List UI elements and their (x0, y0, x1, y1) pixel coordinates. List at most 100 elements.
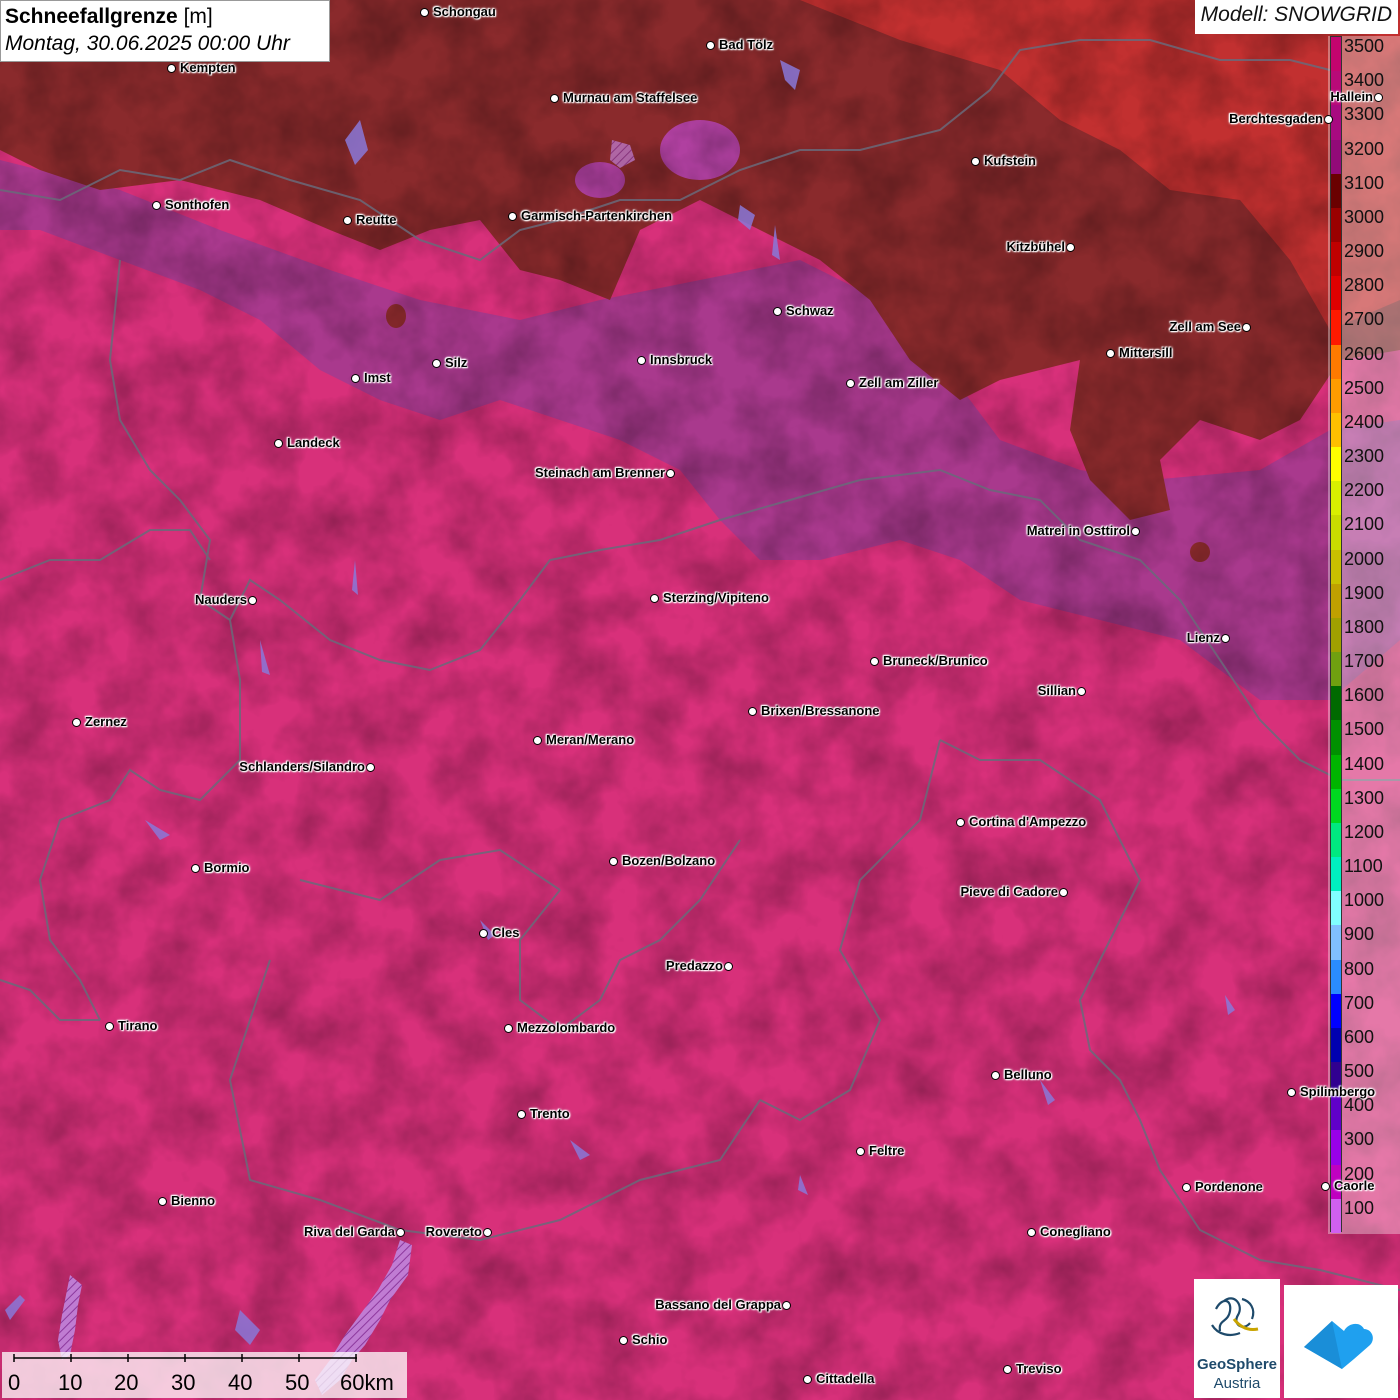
geosphere-logo-text: GeoSphere (1196, 1356, 1278, 1373)
scalebar-label-60km: 60km (340, 1370, 394, 1395)
city-marker-tirano[interactable] (105, 1022, 114, 1031)
city-marker-bienno[interactable] (158, 1197, 167, 1206)
legend-swatch-2400 (1331, 412, 1341, 448)
city-marker-matrei-in-osttirol[interactable] (1131, 527, 1140, 536)
legend-label-1400: 1400 (1344, 753, 1385, 774)
city-marker-sterzing-vipiteno[interactable] (650, 594, 659, 603)
legend-label-1100: 1100 (1344, 856, 1383, 877)
legend-label-3200: 3200 (1344, 138, 1385, 159)
city-marker-treviso[interactable] (1003, 1365, 1012, 1374)
legend-swatch-3100 (1331, 173, 1341, 209)
city-label-schio: Schio (632, 1332, 668, 1347)
city-marker-cortina-d-ampezzo[interactable] (956, 818, 965, 827)
city-marker-kempten[interactable] (167, 64, 176, 73)
legend-label-3300: 3300 (1344, 104, 1385, 125)
city-marker-schwaz[interactable] (773, 307, 782, 316)
legend-label-2400: 2400 (1344, 411, 1385, 432)
scalebar-label-40: 40 (228, 1370, 253, 1395)
legend-swatch-2900 (1331, 242, 1341, 277)
legend-swatch-800 (1331, 959, 1341, 995)
city-marker-bruneck-brunico[interactable] (870, 657, 879, 666)
legend-label-800: 800 (1344, 958, 1375, 979)
city-marker-schio[interactable] (619, 1336, 628, 1345)
city-marker-innsbruck[interactable] (637, 356, 646, 365)
city-marker-conegliano[interactable] (1027, 1228, 1036, 1237)
city-marker-lienz[interactable] (1221, 634, 1230, 643)
geosphere-logo[interactable]: GeoSphere Austria (1194, 1279, 1280, 1398)
city-marker-sonthofen[interactable] (152, 201, 161, 210)
city-marker-landeck[interactable] (274, 439, 283, 448)
city-marker-silz[interactable] (432, 359, 441, 368)
city-marker-mittersill[interactable] (1106, 349, 1115, 358)
city-label-zernez: Zernez (85, 714, 127, 729)
scalebar-label-50: 50 (285, 1370, 310, 1395)
city-marker-feltre[interactable] (856, 1147, 865, 1156)
legend-label-100: 100 (1344, 1197, 1375, 1218)
scalebar-label-20: 20 (114, 1370, 139, 1395)
city-marker-trento[interactable] (517, 1110, 526, 1119)
legend-color-bar (1330, 36, 1342, 1234)
city-marker-berchtesgaden[interactable] (1324, 115, 1333, 124)
city-marker-zell-am-ziller[interactable] (846, 379, 855, 388)
city-marker-garmisch-partenkirchen[interactable] (508, 212, 517, 221)
city-label-sonthofen: Sonthofen (165, 197, 230, 212)
city-marker-reutte[interactable] (343, 216, 352, 225)
city-marker-caorle[interactable] (1321, 1182, 1330, 1191)
legend-swatch-100 (1331, 1198, 1341, 1234)
city-marker-hallein[interactable] (1374, 93, 1383, 102)
legend-swatch-1200 (1331, 822, 1341, 858)
city-marker-riva-del-garda[interactable] (396, 1228, 405, 1237)
legend-swatch-2800 (1331, 276, 1341, 311)
city-label-mezzolombardo: Mezzolombardo (517, 1020, 616, 1035)
city-marker-bassano-del-grappa[interactable] (782, 1301, 791, 1310)
legend-swatch-300 (1331, 1130, 1341, 1166)
weather-app-logo[interactable] (1284, 1285, 1398, 1398)
legend-swatch-2100 (1331, 515, 1341, 551)
city-marker-mezzolombardo[interactable] (504, 1024, 513, 1033)
city-marker-zernez[interactable] (72, 718, 81, 727)
city-label-schwaz: Schwaz (786, 303, 834, 318)
city-marker-zell-am-see[interactable] (1242, 323, 1251, 332)
city-label-garmisch-partenkirchen: Garmisch-Partenkirchen (521, 208, 673, 223)
city-marker-kitzb-hel[interactable] (1066, 243, 1075, 252)
legend-swatch-700 (1331, 993, 1341, 1029)
city-marker-sillian[interactable] (1077, 687, 1086, 696)
city-marker-kufstein[interactable] (971, 157, 980, 166)
city-marker-bormio[interactable] (191, 864, 200, 873)
city-marker-cles[interactable] (479, 929, 488, 938)
city-label-bozen-bolzano: Bozen/Bolzano (622, 853, 716, 868)
city-label-reutte: Reutte (356, 212, 397, 227)
legend-label-3500: 3500 (1344, 36, 1385, 56)
city-marker-brixen-bressanone[interactable] (748, 707, 757, 716)
city-marker-steinach-am-brenner[interactable] (666, 469, 675, 478)
city-label-kempten: Kempten (180, 60, 236, 75)
city-marker-nauders[interactable] (248, 596, 257, 605)
city-marker-belluno[interactable] (991, 1071, 1000, 1080)
city-label-sillian: Sillian (1037, 683, 1076, 698)
city-marker-bad-t-lz[interactable] (706, 41, 715, 50)
legend-swatch-2300 (1331, 447, 1341, 482)
city-marker-schlanders-silandro[interactable] (366, 763, 375, 772)
legend-label-300: 300 (1344, 1129, 1375, 1150)
legend-swatch-1300 (1331, 788, 1341, 824)
city-label-berchtesgaden: Berchtesgaden (1229, 111, 1323, 126)
legend-swatch-2500 (1331, 378, 1341, 414)
city-label-nauders: Nauders (194, 592, 247, 607)
city-marker-bozen-bolzano[interactable] (609, 857, 618, 866)
city-marker-schongau[interactable] (420, 8, 429, 17)
city-marker-murnau-am-staffelsee[interactable] (550, 94, 559, 103)
city-label-meran-merano: Meran/Merano (546, 732, 635, 747)
legend-swatch-3200 (1331, 139, 1341, 175)
city-marker-pordenone[interactable] (1182, 1183, 1191, 1192)
city-marker-cittadella[interactable] (803, 1375, 812, 1384)
city-label-riva-del-garda: Riva del Garda (303, 1224, 395, 1239)
city-marker-pieve-di-cadore[interactable] (1059, 888, 1068, 897)
city-marker-predazzo[interactable] (724, 962, 733, 971)
city-marker-meran-merano[interactable] (533, 736, 542, 745)
city-marker-imst[interactable] (351, 374, 360, 383)
city-marker-rovereto[interactable] (483, 1228, 492, 1237)
city-marker-spilimbergo[interactable] (1287, 1088, 1296, 1097)
legend-label-2100: 2100 (1344, 514, 1385, 535)
legend-label-2500: 2500 (1344, 377, 1385, 398)
city-label-steinach-am-brenner: Steinach am Brenner (534, 465, 665, 480)
